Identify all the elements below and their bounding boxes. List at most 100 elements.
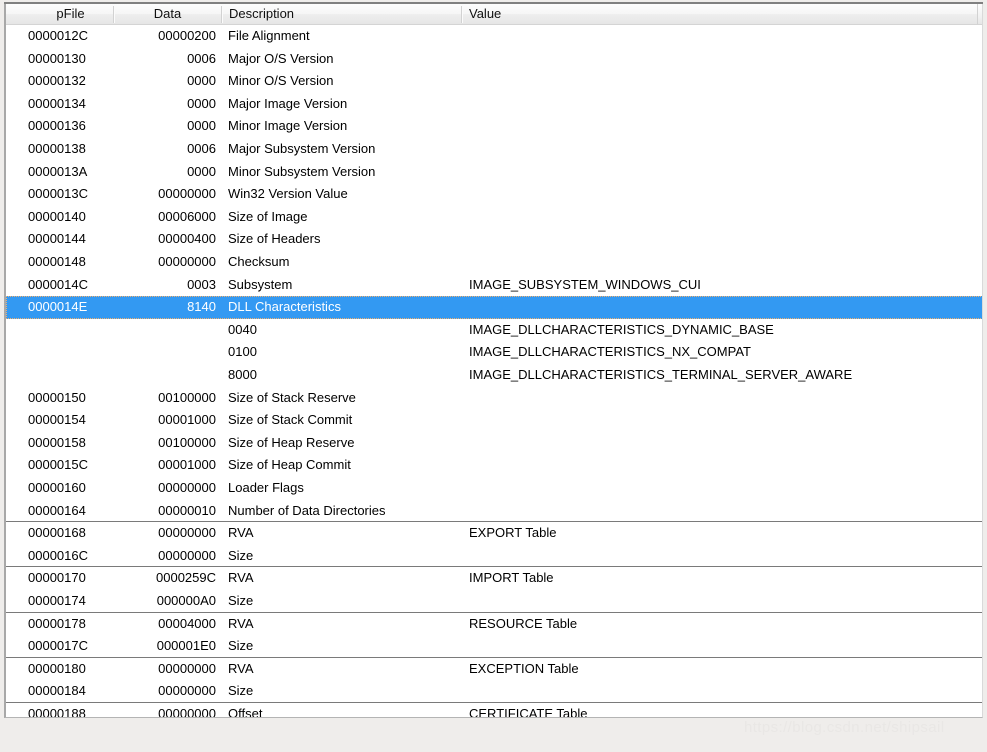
table-row[interactable]: 00000180 00000000 RVA EXCEPTION Table	[6, 658, 982, 681]
listview-header-endcap	[977, 4, 982, 25]
table-row[interactable]: 00000184 00000000 Size	[6, 680, 982, 703]
column-divider-data[interactable]	[221, 6, 223, 23]
cell-description: Subsystem	[228, 276, 293, 292]
cell-value	[469, 70, 974, 93]
table-row[interactable]: 00000136 0000 Minor Image Version	[6, 115, 982, 138]
cell-description: Size of Stack Commit	[228, 412, 353, 428]
table-row[interactable]: 00000188 00000000 Offset CERTIFICATE Table	[6, 703, 982, 718]
table-row[interactable]: 0000013C 00000000 Win32 Version Value	[6, 183, 982, 206]
column-header-data[interactable]: Data	[116, 4, 219, 24]
table-row[interactable]: 0000012C 00000200 File Alignment	[6, 25, 982, 48]
pe-fields-listview[interactable]: pFile Data Description Value 0000012C 000…	[4, 4, 983, 718]
cell-data: 00000000	[158, 706, 216, 718]
cell-description: Number of Data Directories	[228, 502, 386, 518]
table-row[interactable]: 0000015C 00001000 Size of Heap Commit	[6, 454, 982, 477]
table-row[interactable]: 00000148 00000000 Checksum	[6, 251, 982, 274]
cell-pfile: 0000014C	[28, 276, 88, 292]
cell-flag-value: 8000	[228, 367, 257, 382]
cell-pfile: 00000184	[28, 683, 86, 699]
table-row[interactable]: 00000160 00000000 Loader Flags	[6, 477, 982, 500]
cell-data: 0000	[187, 163, 216, 179]
cell-description: Size of Stack Reserve	[228, 389, 356, 405]
column-header-pfile[interactable]: pFile	[28, 4, 113, 24]
cell-data: 00100000	[158, 434, 216, 450]
cell-value	[469, 500, 974, 523]
cell-data: 00006000	[158, 208, 216, 224]
cell-description: File Alignment	[228, 28, 310, 43]
table-row[interactable]: 8000 IMAGE_DLLCHARACTERISTICS_TERMINAL_SE…	[6, 364, 982, 387]
table-row[interactable]: 00000138 0006 Major Subsystem Version	[6, 138, 982, 161]
cell-description: Loader Flags	[228, 480, 304, 495]
table-row[interactable]: 00000168 00000000 RVA EXPORT Table	[6, 522, 982, 545]
table-row[interactable]: 00000134 0000 Major Image Version	[6, 93, 982, 116]
cell-data: 00001000	[158, 412, 216, 428]
cell-data: 0006	[187, 50, 216, 66]
table-row[interactable]: 0040 IMAGE_DLLCHARACTERISTICS_DYNAMIC_BAS…	[6, 319, 982, 342]
cell-description: RVA	[228, 615, 254, 631]
cell-data: 00000000	[158, 547, 216, 563]
cell-pfile: 00000130	[28, 50, 86, 66]
cell-description: Major Image Version	[228, 95, 348, 111]
cell-description: Size of Image	[228, 208, 308, 224]
cell-pfile: 0000012C	[28, 28, 88, 43]
cell-description: Minor Image Version	[228, 118, 348, 134]
listview-rows[interactable]: 0000012C 00000200 File Alignment 00000130 00…	[6, 25, 982, 718]
table-row[interactable]: 00000178 00004000 RVA RESOURCE Table	[6, 613, 982, 636]
cell-data: 0003	[187, 276, 216, 292]
cell-pfile: 00000154	[28, 412, 86, 428]
cell-description: Major Subsystem Version	[228, 141, 376, 156]
cell-pfile: 00000158	[28, 434, 86, 450]
cell-pfile: 00000134	[28, 95, 86, 111]
table-row[interactable]: 00000144 00000400 Size of Headers	[6, 228, 982, 251]
cell-value: IMPORT Table	[469, 570, 554, 586]
table-row[interactable]: 0000013A 0000 Minor Subsystem Version	[6, 161, 982, 184]
column-divider-description[interactable]	[461, 6, 463, 23]
cell-pfile: 00000140	[28, 208, 86, 224]
table-row[interactable]: 00000140 00006000 Size of Image	[6, 206, 982, 229]
cell-value	[469, 25, 974, 48]
cell-data: 00000400	[158, 231, 216, 247]
cell-pfile: 00000164	[28, 502, 86, 518]
cell-pfile: 0000013C	[28, 186, 88, 202]
table-row[interactable]: 00000150 00100000 Size of Stack Reserve	[6, 387, 982, 410]
listview-header[interactable]: pFile Data Description Value	[6, 4, 977, 25]
cell-data: 00100000	[158, 389, 216, 405]
cell-description: Size	[228, 547, 254, 563]
table-row[interactable]: 00000170 0000259C RVA IMPORT Table	[6, 567, 982, 590]
cell-data: 0000259C	[156, 570, 216, 586]
table-row[interactable]: 00000154 00001000 Size of Stack Commit	[6, 409, 982, 432]
cell-pfile: 0000014E	[28, 299, 88, 315]
table-row[interactable]: 00000132 0000 Minor O/S Version	[6, 70, 982, 93]
cell-pfile: 00000150	[28, 389, 86, 405]
cell-description: Size of Heap Commit	[228, 457, 351, 473]
column-divider-pfile[interactable]	[113, 6, 115, 23]
table-row[interactable]: 0000014C 0003 Subsystem IMAGE_SUBSYSTEM_WIN…	[6, 274, 982, 297]
cell-pfile: 0000015C	[28, 457, 88, 473]
cell-pfile: 00000188	[28, 706, 86, 718]
table-row[interactable]: 0000016C 00000000 Size	[6, 545, 982, 568]
cell-description: Minor Subsystem Version	[228, 163, 376, 179]
table-row[interactable]: 00000164 00000010 Number of Data Directori…	[6, 500, 982, 523]
cell-value: IMAGE_SUBSYSTEM_WINDOWS_CUI	[469, 276, 701, 292]
table-row[interactable]: 0000017C 000001E0 Size	[6, 635, 982, 658]
column-header-description[interactable]: Description	[229, 4, 457, 24]
table-row[interactable]: 0000014E 8140 DLL Characteristics	[6, 296, 982, 320]
table-row[interactable]: 00000158 00100000 Size of Heap Reserve	[6, 432, 982, 455]
cell-data: 0006	[187, 141, 216, 156]
cell-description: Offset	[228, 706, 263, 718]
table-row[interactable]: 00000174 000000A0 Size	[6, 590, 982, 613]
cell-value	[469, 48, 974, 71]
cell-value	[469, 183, 974, 206]
cell-value	[469, 635, 974, 658]
table-row[interactable]: 0100 IMAGE_DLLCHARACTERISTICS_NX_COMPAT	[6, 341, 982, 364]
cell-pfile: 00000136	[28, 118, 86, 134]
table-row[interactable]: 00000130 0006 Major O/S Version	[6, 48, 982, 71]
cell-description: RVA	[228, 525, 254, 541]
cell-pfile: 00000174	[28, 593, 86, 608]
cell-value: IMAGE_DLLCHARACTERISTICS_DYNAMIC_BASE	[469, 321, 774, 337]
cell-description: Minor O/S Version	[228, 73, 334, 89]
cell-flag-value: 0040	[228, 321, 257, 337]
column-header-value[interactable]: Value	[469, 4, 974, 24]
cell-pfile: 00000148	[28, 254, 86, 269]
cell-pfile: 0000016C	[28, 547, 88, 563]
